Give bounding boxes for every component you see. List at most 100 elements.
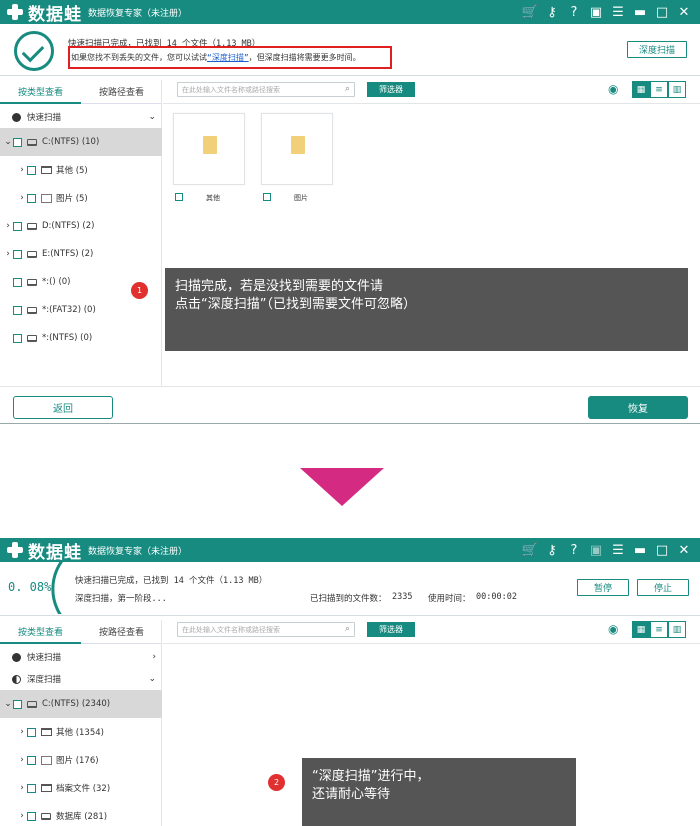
chevron-right-icon[interactable]: › (17, 727, 27, 737)
save-icon[interactable]: ▣ (586, 3, 606, 21)
tree-item-other[interactable]: › 其他 (5) (0, 156, 162, 184)
chevron-right-icon[interactable]: › (3, 249, 13, 259)
tree-item-archives[interactable]: › 档案文件 (32) (0, 774, 162, 802)
filter-button[interactable]: 筛选器 (367, 622, 415, 637)
chevron-right-icon[interactable]: › (3, 221, 13, 231)
minimize-icon[interactable]: ▬ (630, 541, 650, 559)
deep-scan-section[interactable]: 深度扫描 ⌄ (0, 668, 162, 690)
checkbox[interactable] (13, 137, 22, 147)
filter-button[interactable]: 筛选器 (367, 82, 415, 97)
tree-item-database[interactable]: › 数据库 (281) (0, 802, 162, 826)
tree-item-drive-c[interactable]: ⌄ C:(NTFS) (10) (0, 128, 162, 156)
app-logo: 数据蛙 (6, 2, 82, 25)
chevron-down-icon[interactable]: ⌄ (3, 699, 13, 709)
eye-icon[interactable]: ◉ (608, 623, 618, 635)
grid-view-icon[interactable]: ▦ (632, 81, 650, 98)
back-button[interactable]: 返回 (13, 396, 113, 419)
search-input[interactable]: 在此处输入文件名称或路径搜索 ⌕ (177, 82, 355, 97)
drive-icon (27, 306, 37, 314)
grid-view-icon[interactable]: ▦ (632, 621, 650, 638)
menu-icon[interactable]: ☰ (608, 3, 628, 21)
checkbox[interactable] (27, 727, 36, 737)
chevron-right-icon[interactable]: › (17, 193, 27, 203)
checkbox[interactable] (27, 193, 36, 203)
chevron-down-icon[interactable]: ⌄ (3, 137, 13, 147)
maximize-icon[interactable]: □ (652, 541, 672, 559)
tree-item-drive-c[interactable]: ⌄ C:(NTFS) (2340) (0, 690, 162, 718)
checkbox[interactable] (13, 221, 22, 231)
search-icon[interactable]: ⌕ (345, 624, 350, 634)
help-icon[interactable]: ? (564, 541, 584, 559)
tab-by-path[interactable]: 按路径查看 (81, 80, 162, 104)
checkbox[interactable] (27, 811, 36, 821)
checkbox[interactable] (13, 333, 22, 343)
tree-item-drive-e[interactable]: › E:(NTFS) (2) (0, 240, 162, 268)
search-input[interactable]: 在此处输入文件名称或路径搜索 ⌕ (177, 622, 355, 637)
close-icon[interactable]: ✕ (674, 3, 694, 21)
tree-item-drive-ntfs[interactable]: *:(NTFS) (0) (0, 324, 162, 352)
tab-by-type[interactable]: 按类型查看 (0, 80, 81, 104)
tab-by-type[interactable]: 按类型查看 (0, 620, 81, 644)
recover-button[interactable]: 恢复 (588, 396, 688, 419)
tree-item-images[interactable]: › 图片 (5) (0, 184, 162, 212)
maximize-icon[interactable]: □ (652, 3, 672, 21)
tree-item-drive-fat32[interactable]: *:(FAT32) (0) (0, 296, 162, 324)
cart-icon[interactable]: 🛒 (520, 3, 540, 21)
search-icon[interactable]: ⌕ (345, 84, 350, 94)
tree-item-label: 数据库 (281) (56, 812, 108, 822)
tree-item-label: E:(NTFS) (2) (42, 249, 94, 259)
detail-view-icon[interactable]: ▥ (668, 81, 686, 98)
key-icon[interactable]: ⚷ (542, 541, 562, 559)
title-bar: 数据蛙 数据恢复专家（未注册） 🛒 ⚷ ? ▣ ☰ ▬ □ ✕ (0, 0, 700, 25)
checkbox[interactable] (13, 699, 22, 709)
list-view-icon[interactable]: ≡ (650, 621, 668, 638)
list-view-icon[interactable]: ≡ (650, 81, 668, 98)
sidebar: 按类型查看 按路径查看 快速扫描 › 深度扫描 ⌄ ⌄ C:(NTFS) (23… (0, 620, 162, 826)
search-placeholder: 在此处输入文件名称或路径搜索 (182, 85, 280, 94)
tree-item-drive-d[interactable]: › D:(NTFS) (2) (0, 212, 162, 240)
tab-by-path[interactable]: 按路径查看 (81, 620, 162, 644)
eye-icon[interactable]: ◉ (608, 83, 618, 95)
checkbox[interactable] (13, 249, 22, 259)
detail-view-icon[interactable]: ▥ (668, 621, 686, 638)
pause-button[interactable]: 暂停 (577, 579, 629, 596)
tree-item-images[interactable]: › 图片 (176) (0, 746, 162, 774)
quick-scan-section[interactable]: 快速扫描 › (0, 646, 162, 668)
checkbox[interactable] (13, 277, 22, 287)
folder-icon (291, 136, 305, 154)
tile-label: 图片 (294, 194, 308, 202)
checkbox[interactable] (27, 783, 36, 793)
close-icon[interactable]: ✕ (674, 541, 694, 559)
archive-icon (40, 784, 52, 792)
save-icon[interactable]: ▣ (586, 541, 606, 559)
chevron-right-icon[interactable]: › (17, 165, 27, 175)
file-tile-images[interactable] (261, 113, 333, 185)
drive-icon (27, 334, 37, 342)
tree-item-other[interactable]: › 其他 (1354) (0, 718, 162, 746)
stop-button[interactable]: 停止 (637, 579, 689, 596)
checkbox[interactable] (27, 165, 36, 175)
chevron-right-icon[interactable]: › (17, 755, 27, 765)
minimize-icon[interactable]: ▬ (630, 3, 650, 21)
tree-item-label: 其他 (5) (56, 166, 88, 176)
chevron-right-icon[interactable]: › (17, 811, 27, 821)
file-tile-other[interactable] (173, 113, 245, 185)
checkbox[interactable] (27, 755, 36, 765)
chevron-right-icon[interactable]: › (17, 783, 27, 793)
deep-scan-link[interactable]: “深度扫描” (207, 53, 249, 62)
cart-icon[interactable]: 🛒 (520, 541, 540, 559)
scan-dot-icon (12, 652, 21, 662)
key-icon[interactable]: ⚷ (542, 3, 562, 21)
checkbox[interactable] (263, 193, 271, 201)
quick-scan-label: 快速扫描 (27, 653, 62, 663)
time-label: 使用时间： (428, 594, 471, 604)
down-arrow-icon (300, 468, 384, 506)
app-title: 数据恢复专家（未注册） (88, 9, 188, 19)
menu-icon[interactable]: ☰ (608, 541, 628, 559)
help-icon[interactable]: ? (564, 3, 584, 21)
checkbox[interactable] (13, 305, 22, 315)
checkbox[interactable] (175, 193, 183, 201)
quick-scan-section[interactable]: 快速扫描 ⌄ (0, 106, 162, 128)
deep-scan-button[interactable]: 深度扫描 (627, 41, 687, 58)
window-deep-scan-progress: 数据蛙 数据恢复专家（未注册） 🛒 ⚷ ? ▣ ☰ ▬ □ ✕ 0. 08% 快… (0, 538, 700, 826)
